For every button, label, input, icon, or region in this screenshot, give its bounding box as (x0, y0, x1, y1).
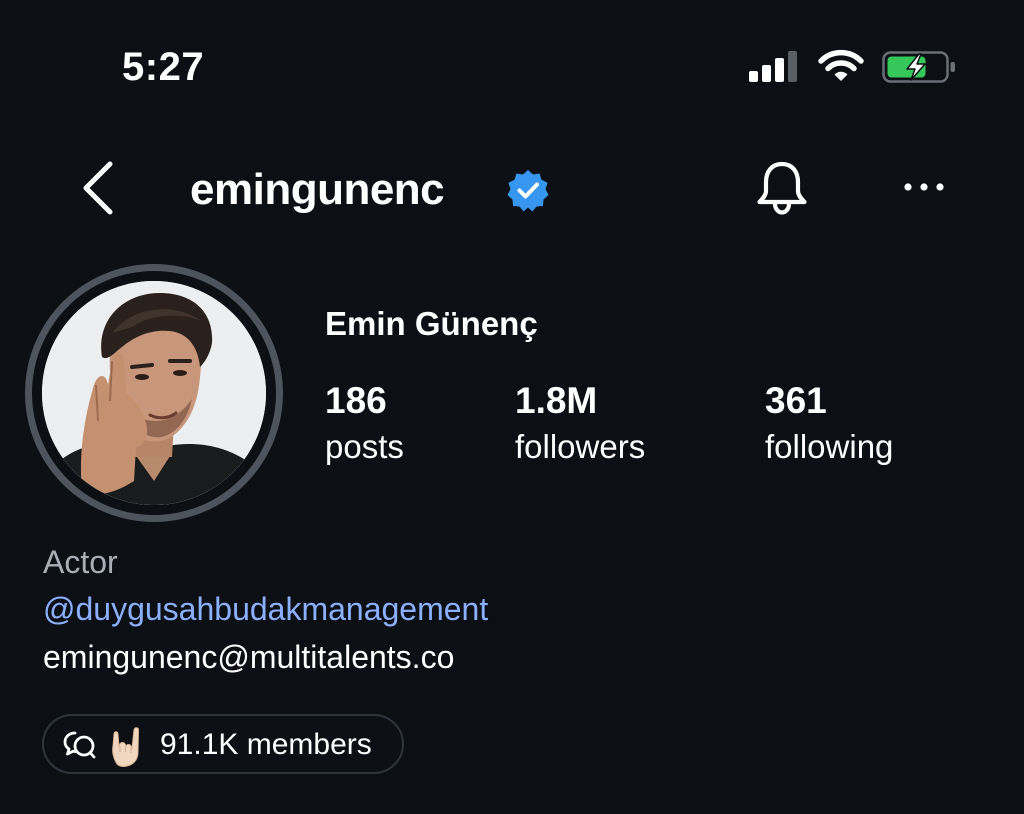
following-count[interactable]: 361 (765, 380, 827, 422)
bio-mention-link[interactable]: @duygusahbudakmanagement (43, 591, 488, 627)
profile-username: emingunenc (190, 165, 445, 214)
followers-count[interactable]: 1.8M (515, 380, 597, 422)
broadcast-channel-icon (63, 731, 96, 759)
posts-label[interactable]: posts (325, 428, 404, 466)
bio-email[interactable]: emingunenc@multitalents.co (43, 639, 454, 675)
posts-count[interactable]: 186 (325, 380, 387, 422)
bio-category: Actor (43, 544, 118, 580)
back-button[interactable] (80, 160, 118, 216)
following-label[interactable]: following (765, 428, 893, 466)
profile-full-name: Emin Günenç (325, 305, 538, 342)
followers-label[interactable]: followers (515, 428, 645, 466)
cellular-signal-icon (749, 51, 797, 82)
status-time: 5:27 (122, 45, 205, 89)
rock-on-hand-emoji-icon (112, 727, 140, 767)
more-options-button[interactable] (900, 172, 948, 202)
avatar-portrait-image (42, 281, 266, 505)
battery-charging-icon (882, 51, 955, 83)
verified-badge-icon (507, 170, 549, 212)
avatar[interactable] (42, 281, 266, 505)
wifi-icon (818, 49, 864, 81)
bell-icon[interactable] (752, 158, 812, 218)
channel-members-count: 91.1K members (160, 728, 372, 761)
